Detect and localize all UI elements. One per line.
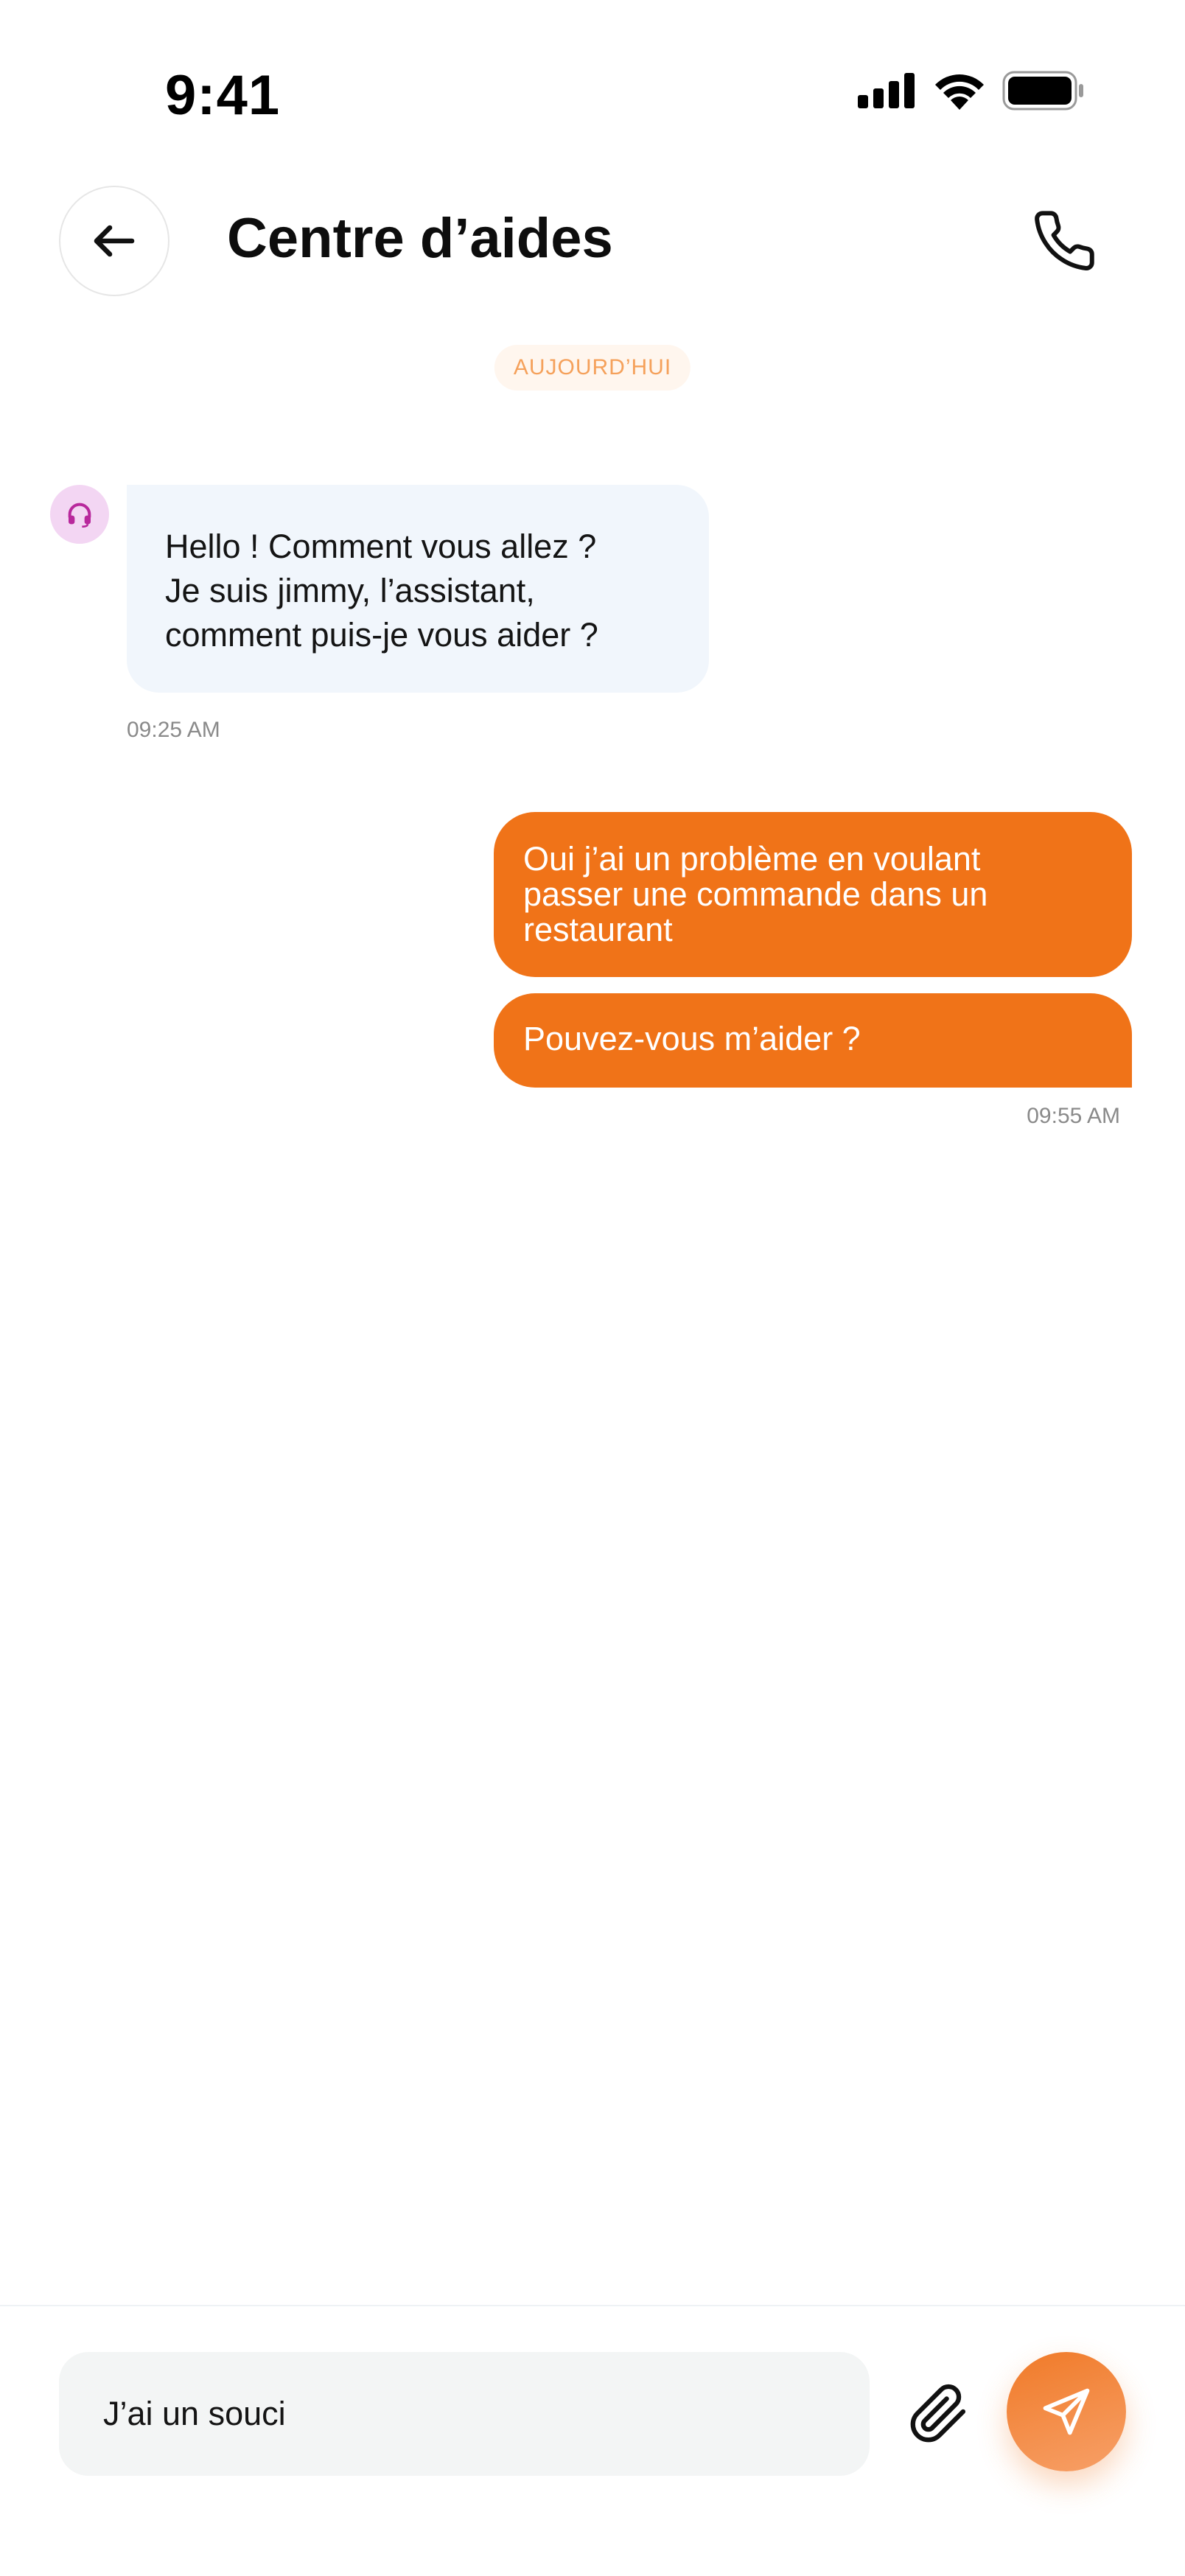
outgoing-timestamp: 09:55 AM	[1027, 1104, 1120, 1128]
arrow-left-icon	[94, 225, 135, 257]
message-line: Oui j’ai un problème en voulant	[523, 840, 981, 878]
phone-icon	[1035, 211, 1094, 270]
page-title: Centre d’aides	[227, 207, 613, 270]
back-button[interactable]	[59, 186, 169, 296]
wifi-icon	[935, 74, 984, 110]
status-time: 9:41	[165, 64, 281, 127]
attach-button[interactable]	[902, 2377, 976, 2451]
message-line: Je suis jimmy, l’assistant,	[165, 572, 535, 609]
status-icons	[858, 71, 1085, 111]
message-line: passer une commande dans un	[523, 875, 988, 913]
incoming-timestamp: 09:25 AM	[127, 718, 220, 742]
message-line: comment puis-je vous aider ?	[165, 616, 598, 654]
paperclip-icon	[910, 2384, 966, 2443]
send-icon	[1043, 2388, 1090, 2435]
outgoing-message: Oui j’ai un problème en voulant passer u…	[494, 812, 1132, 977]
headset-icon	[68, 503, 91, 528]
send-button[interactable]	[1007, 2352, 1126, 2471]
signal-icon	[858, 73, 915, 108]
battery-icon	[1002, 71, 1083, 111]
date-chip: AUJOURD’HUI	[494, 345, 691, 391]
message-line: Hello ! Comment vous allez ?	[165, 528, 597, 565]
message-line: restaurant	[523, 911, 673, 948]
outgoing-message: Pouvez-vous m’aider ?	[494, 993, 1132, 1088]
incoming-message: Hello ! Comment vous allez ? Je suis jim…	[127, 485, 709, 693]
assistant-avatar	[50, 485, 109, 544]
status-bar: 9:41	[0, 0, 1185, 147]
composer-divider	[0, 2305, 1185, 2306]
header: Centre d’aides	[0, 184, 1185, 302]
call-button[interactable]	[1030, 205, 1104, 279]
message-input[interactable]	[59, 2352, 870, 2476]
